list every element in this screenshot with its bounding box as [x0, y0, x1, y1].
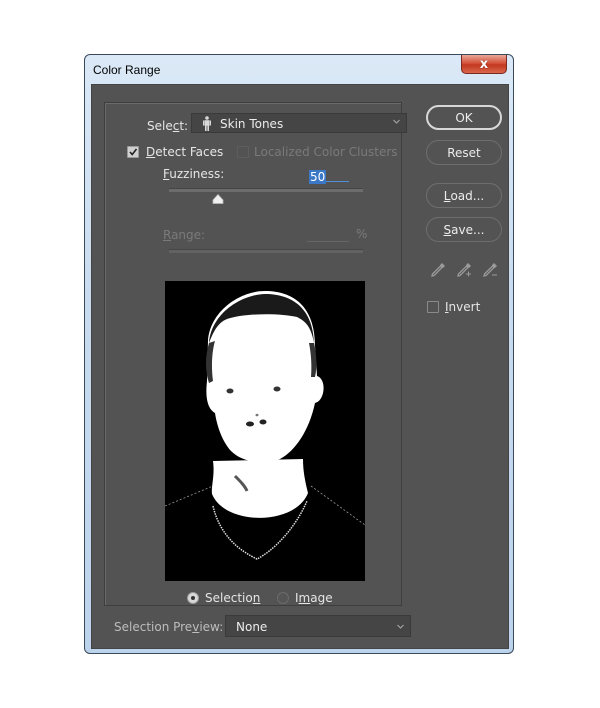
- image-radio-label[interactable]: Image: [295, 591, 333, 605]
- checkmark-icon: [129, 148, 138, 156]
- localized-color-clusters-checkbox[interactable]: [237, 146, 249, 158]
- save-button[interactable]: Save...: [426, 217, 502, 242]
- invert-label[interactable]: Invert: [445, 300, 480, 314]
- reset-button[interactable]: Reset: [426, 140, 502, 165]
- close-button[interactable]: x: [461, 55, 507, 74]
- selection-radio[interactable]: [187, 592, 199, 604]
- localized-color-clusters-label: Localized Color Clusters: [254, 145, 398, 159]
- selection-radio-label[interactable]: Selection: [205, 591, 260, 605]
- select-dropdown[interactable]: Skin Tones: [191, 113, 407, 133]
- eyedropper-subtract-icon[interactable]: [481, 261, 499, 279]
- range-input[interactable]: [307, 228, 349, 242]
- load-button[interactable]: Load...: [426, 183, 502, 208]
- fuzziness-slider-track[interactable]: [169, 188, 363, 192]
- selection-preview-dropdown[interactable]: None: [225, 615, 411, 637]
- person-icon: [203, 116, 211, 131]
- title-bar[interactable]: Color Range x: [85, 55, 513, 85]
- fuzziness-label: Fuzziness:: [163, 167, 225, 181]
- fuzziness-input[interactable]: 50: [309, 166, 349, 184]
- detect-faces-label[interactable]: Detect Faces: [146, 145, 223, 159]
- select-label: Select:: [147, 119, 189, 133]
- image-radio[interactable]: [277, 592, 289, 604]
- close-icon: x: [479, 56, 489, 72]
- invert-checkbox[interactable]: [427, 301, 439, 313]
- range-percent-unit: %: [356, 227, 368, 241]
- range-slider-track[interactable]: [169, 249, 363, 253]
- fuzziness-slider-thumb[interactable]: [212, 194, 224, 204]
- face-mask-thumbnail: [165, 281, 365, 581]
- selection-preview-image: [165, 281, 365, 581]
- eyedropper-add-icon[interactable]: [455, 261, 473, 279]
- fuzziness-value: 50: [309, 170, 327, 184]
- eyedropper-icon[interactable]: [429, 261, 447, 279]
- dialog-title: Color Range: [93, 63, 161, 77]
- dialog-body: Select: Skin Tones Detect Faces Localize…: [91, 84, 509, 649]
- chevron-down-icon: [393, 119, 400, 124]
- settings-group: Select: Skin Tones Detect Faces Localize…: [104, 102, 407, 606]
- ok-button[interactable]: OK: [426, 105, 502, 130]
- chevron-down-icon: [397, 624, 404, 629]
- range-label: Range:: [163, 228, 206, 242]
- select-value: Skin Tones: [220, 117, 284, 131]
- selection-preview-value: None: [236, 620, 268, 634]
- color-range-dialog: Color Range x Select: Skin Tones Detect …: [84, 54, 514, 654]
- selection-preview-label: Selection Preview:: [114, 620, 224, 634]
- detect-faces-checkbox[interactable]: [127, 146, 139, 158]
